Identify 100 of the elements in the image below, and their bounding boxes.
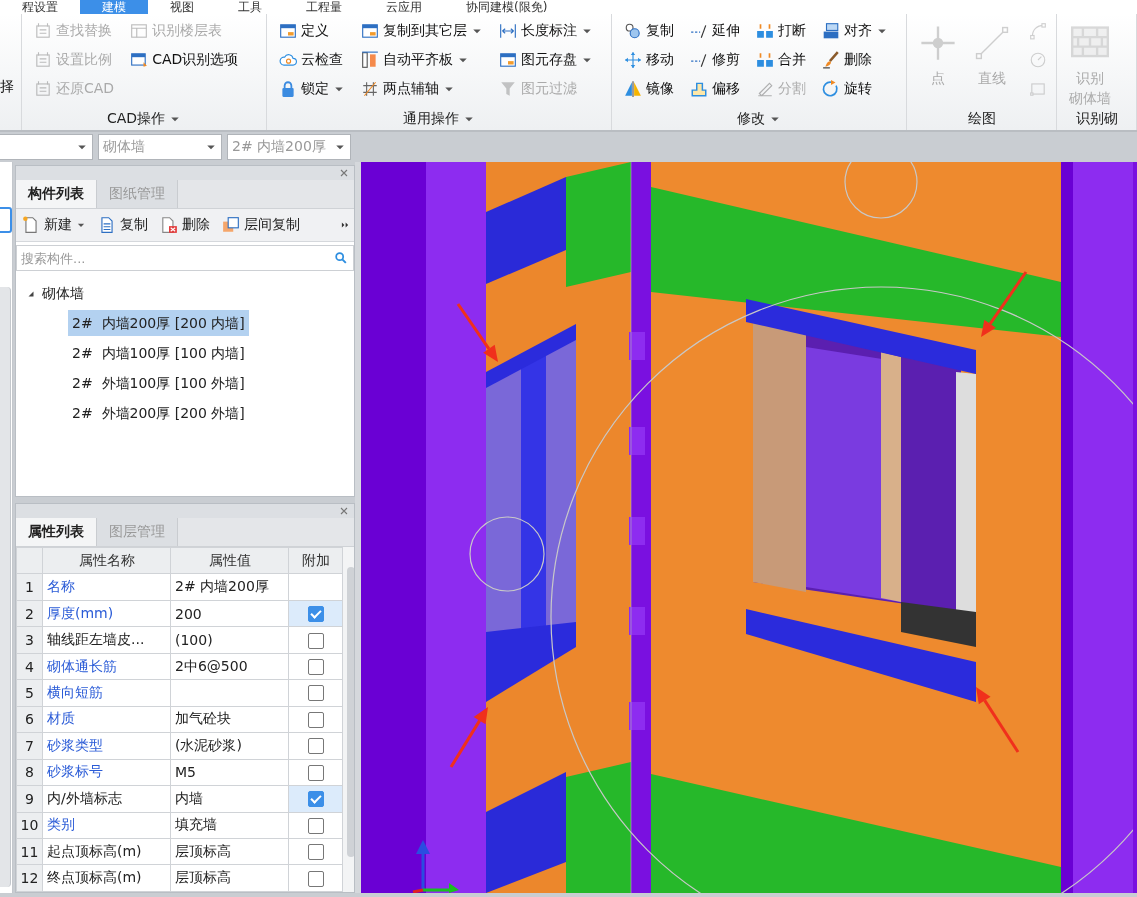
property-value[interactable]: 内墙 (170, 785, 289, 813)
ribbon-button[interactable]: 云检查 (277, 45, 347, 74)
ribbon-button[interactable]: 合并 (754, 45, 808, 74)
search-field[interactable]: 搜索构件... (16, 245, 354, 271)
tree-item[interactable]: 2# 外墙200厚 [200 外墙] (68, 400, 249, 426)
row-number: 2 (16, 600, 43, 627)
property-value[interactable]: M5 (170, 759, 289, 786)
ribbon-button[interactable]: 长度标注 (497, 16, 595, 45)
frame-icon (34, 21, 52, 40)
row-number: 8 (16, 759, 43, 786)
row-number: 7 (16, 732, 43, 760)
checkbox[interactable] (307, 632, 324, 649)
toolbar-button[interactable]: 删除 (158, 216, 212, 234)
lock-icon (279, 79, 297, 98)
ribbon-button[interactable]: 删除 (820, 45, 890, 74)
checkbox[interactable] (307, 606, 324, 623)
cad-file-icon (130, 50, 149, 69)
property-name: 起点顶标高(m) (42, 838, 171, 865)
checkbox[interactable] (307, 685, 324, 702)
ribbon-button[interactable]: 自动平齐板 (359, 45, 485, 74)
checkbox[interactable] (307, 844, 324, 861)
ribbon-button[interactable]: 图元存盘 (497, 45, 595, 74)
tree-item[interactable]: 2# 内墙200厚 [200 内墙] (68, 310, 249, 336)
ribbon-button[interactable]: CAD识别选项 (128, 45, 241, 74)
point-icon (919, 24, 957, 62)
property-name: 砌体通长筋 (42, 653, 171, 680)
property-name: 材质 (42, 706, 171, 733)
row-number: 1 (16, 573, 43, 601)
property-name: 厚度(mm) (42, 600, 171, 627)
checkbox[interactable] (307, 791, 324, 808)
ribbon-button[interactable]: 打断 (754, 16, 808, 45)
ribbon-button[interactable]: 择 (0, 72, 14, 102)
ribbon-tab[interactable]: 程设置 (0, 0, 80, 14)
pencil-icon (756, 79, 774, 98)
panel-tab[interactable]: 属性列表 (16, 518, 97, 546)
tree-item[interactable]: 2# 外墙100厚 [100 外墙] (68, 370, 249, 396)
property-value[interactable]: 2中6@500 (170, 653, 289, 680)
tree-item[interactable]: 砌体墙 (42, 285, 84, 303)
window-icon (499, 50, 517, 69)
row-number: 6 (16, 706, 43, 733)
ribbon-button[interactable]: 旋转 (820, 74, 890, 103)
ribbon-tab[interactable]: 工程量 (284, 0, 364, 14)
ribbon-button[interactable]: 锁定 (277, 74, 347, 103)
toolbar-button[interactable]: 层间复制 (220, 216, 302, 234)
ribbon-tab[interactable]: 协同建模(限免) (444, 0, 570, 14)
frame-icon (34, 50, 52, 69)
ribbon-button[interactable]: 偏移 (688, 74, 742, 103)
property-value[interactable]: 层顶标高 (170, 838, 289, 865)
stacked-rectangles-icon (822, 21, 840, 40)
checkbox[interactable] (307, 711, 324, 728)
ribbon-tab[interactable]: 工具 (216, 0, 284, 14)
property-value[interactable]: 200 (170, 600, 289, 627)
property-value[interactable]: 2# 内墙200厚 (170, 573, 289, 601)
checkbox[interactable] (307, 817, 324, 834)
checkbox[interactable] (307, 738, 324, 755)
row-number: 10 (16, 812, 43, 839)
scrollbar-thumb[interactable] (347, 567, 354, 857)
close-icon (338, 505, 350, 517)
blocks-icon (756, 50, 774, 69)
double-chevron-icon (340, 220, 350, 230)
triangles-icon (624, 79, 642, 98)
property-value[interactable]: 层顶标高 (170, 864, 289, 892)
column-header: 属性名称 (42, 547, 171, 574)
ribbon-button[interactable]: 镜像 (622, 74, 676, 103)
columns-icon (361, 50, 379, 69)
line-icon (973, 24, 1011, 62)
filter-icon (499, 79, 517, 98)
tree-item[interactable]: 2# 内墙100厚 [100 内墙] (68, 340, 249, 366)
close-icon (338, 167, 350, 179)
ribbon-button[interactable]: 定义 (277, 16, 347, 45)
group-label: 识别砌 (1075, 110, 1118, 128)
toolbar-button[interactable]: 新建 (20, 216, 88, 234)
property-name: 类别 (42, 812, 171, 839)
checkbox[interactable] (307, 870, 324, 887)
pointer-arrow (976, 687, 1020, 753)
ribbon-button[interactable]: 移动 (622, 45, 676, 74)
column-header: 附加 (288, 547, 343, 574)
side-button[interactable] (0, 207, 12, 233)
panel-tab[interactable]: 构件列表 (16, 180, 97, 208)
window-icon (361, 21, 379, 40)
blocks-icon (756, 21, 774, 40)
ribbon-button[interactable]: 两点辅轴 (359, 74, 485, 103)
ribbon-button[interactable]: 对齐 (820, 16, 890, 45)
pointer-arrow (449, 707, 488, 768)
ribbon-tab[interactable]: 视图 (148, 0, 216, 14)
property-value[interactable]: 加气砼块 (170, 706, 289, 733)
ribbon-button[interactable]: 延伸 (688, 16, 742, 45)
ribbon-button[interactable]: 修剪 (688, 45, 742, 74)
property-value[interactable]: (水泥砂浆) (170, 732, 289, 760)
checkbox[interactable] (307, 764, 324, 781)
property-value[interactable]: (100) (170, 626, 289, 654)
new-document-icon (22, 216, 40, 234)
toolbar-button[interactable]: 复制 (96, 216, 150, 234)
ribbon-tab[interactable]: 云应用 (364, 0, 444, 14)
property-value[interactable]: 填充墙 (170, 812, 289, 839)
ribbon-button[interactable]: 复制到其它层 (359, 16, 485, 45)
ribbon-button[interactable]: 复制 (622, 16, 676, 45)
checkbox[interactable] (307, 659, 324, 676)
property-name: 横向短筋 (42, 679, 171, 707)
property-name: 砂浆标号 (42, 759, 171, 786)
